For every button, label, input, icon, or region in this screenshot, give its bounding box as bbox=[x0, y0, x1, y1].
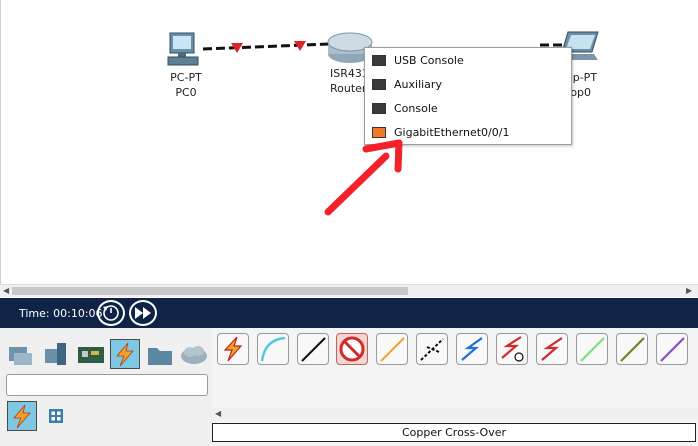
cable-iot-custom[interactable] bbox=[616, 333, 648, 365]
cable-serial-dte[interactable] bbox=[536, 333, 568, 365]
device-search-input[interactable] bbox=[6, 374, 208, 396]
category-network-devices[interactable] bbox=[6, 339, 36, 369]
usb-cable-icon bbox=[660, 337, 685, 362]
cable-coaxial[interactable] bbox=[456, 333, 488, 365]
octal-cable-icon bbox=[580, 337, 605, 362]
subcategory-connections[interactable] bbox=[7, 401, 37, 431]
category-miscellaneous[interactable] bbox=[145, 339, 175, 369]
cable-console[interactable] bbox=[257, 333, 289, 365]
fast-forward-icon bbox=[135, 307, 151, 319]
annotation-arrow-icon bbox=[324, 139, 403, 216]
cloud-icon bbox=[181, 346, 207, 364]
cable-fiber[interactable] bbox=[376, 333, 408, 365]
fast-forward-time-button[interactable] bbox=[129, 300, 157, 326]
reset-clock-icon bbox=[103, 305, 119, 321]
scroll-left-icon[interactable]: ◀ bbox=[215, 409, 221, 418]
scroll-right-icon[interactable]: ▶ bbox=[686, 286, 692, 295]
cable-copper-straight-through[interactable] bbox=[297, 333, 329, 365]
cable-copper-cross-over[interactable] bbox=[336, 333, 368, 365]
fiber-cable-icon bbox=[380, 337, 405, 362]
category-connections[interactable] bbox=[110, 339, 140, 369]
network-devices-icon bbox=[9, 347, 32, 365]
console-cable-icon bbox=[260, 336, 286, 362]
serial-dte-icon bbox=[541, 337, 563, 361]
workspace-scroll-thumb[interactable] bbox=[12, 287, 408, 295]
no-entry-icon bbox=[339, 336, 365, 362]
power-cycle-devices-button[interactable] bbox=[97, 300, 125, 326]
cable-usb[interactable] bbox=[656, 333, 688, 365]
cable-phone[interactable] bbox=[416, 333, 448, 365]
selected-cable-name: Copper Cross-Over bbox=[212, 423, 696, 442]
grid-icon bbox=[49, 409, 63, 423]
phone-cable-icon bbox=[420, 338, 444, 361]
connections-lightning-icon bbox=[116, 342, 134, 367]
end-devices-icon bbox=[45, 343, 66, 365]
folder-icon bbox=[148, 348, 172, 365]
time-label: Time: 00:10:06 bbox=[19, 307, 103, 320]
connection-types-scrollbar[interactable] bbox=[212, 408, 698, 420]
category-end-devices[interactable] bbox=[41, 339, 71, 369]
category-multiuser[interactable] bbox=[179, 339, 209, 369]
cable-octal[interactable] bbox=[576, 333, 608, 365]
subcategory-grid[interactable] bbox=[44, 404, 68, 428]
scroll-left-icon[interactable]: ◀ bbox=[3, 286, 9, 295]
category-components[interactable] bbox=[76, 339, 106, 369]
serial-dce-icon bbox=[501, 336, 524, 362]
cable-serial-dce[interactable] bbox=[496, 333, 528, 365]
coaxial-cable-icon bbox=[461, 337, 483, 361]
automatic-connection-icon bbox=[223, 336, 243, 362]
cable-automatic[interactable] bbox=[217, 333, 249, 365]
components-icon bbox=[78, 347, 104, 363]
connections-lightning-icon bbox=[13, 404, 31, 429]
iot-custom-cable-icon bbox=[620, 337, 645, 362]
straight-through-icon bbox=[301, 337, 326, 362]
